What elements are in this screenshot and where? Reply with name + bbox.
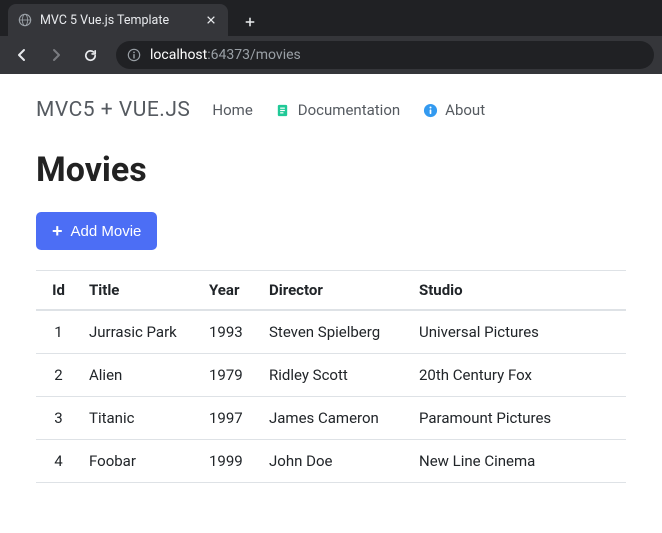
cell-title: Titanic [81, 397, 201, 440]
nav-about[interactable]: About [422, 101, 485, 119]
cell-title: Jurrasic Park [81, 310, 201, 354]
tab-title: MVC 5 Vue.js Template [40, 13, 196, 28]
nav-documentation[interactable]: Documentation [275, 101, 400, 119]
cell-director: Ridley Scott [261, 354, 411, 397]
url-path: /movies [250, 47, 301, 63]
cell-director: John Doe [261, 440, 411, 483]
cell-id: 3 [36, 397, 81, 440]
url-text: localhost:64373/movies [150, 47, 301, 63]
nav-home-label: Home [212, 101, 252, 119]
add-movie-button[interactable]: + Add Movie [36, 212, 157, 250]
cell-id: 1 [36, 310, 81, 354]
col-studio: Studio [411, 271, 626, 311]
forward-button[interactable] [42, 41, 70, 69]
globe-icon [18, 13, 32, 27]
nav-documentation-label: Documentation [298, 101, 400, 119]
tab-bar: MVC 5 Vue.js Template [0, 0, 662, 36]
movies-table: Id Title Year Director Studio 1 Jurrasic… [36, 270, 626, 483]
col-id: Id [36, 271, 81, 311]
cell-year: 1993 [201, 310, 261, 354]
col-year: Year [201, 271, 261, 311]
browser-chrome: MVC 5 Vue.js Template localhost:64373/mo… [0, 0, 662, 74]
cell-director: James Cameron [261, 397, 411, 440]
url-port: :64373 [207, 47, 250, 63]
page-content: MVC5 + VUE.JS Home Documentation About M… [0, 74, 662, 507]
add-movie-label: Add Movie [71, 223, 142, 240]
cell-studio: 20th Century Fox [411, 354, 626, 397]
cell-title: Foobar [81, 440, 201, 483]
nav-about-label: About [445, 101, 485, 119]
cell-id: 2 [36, 354, 81, 397]
cell-year: 1997 [201, 397, 261, 440]
table-row: 3 Titanic 1997 James Cameron Paramount P… [36, 397, 626, 440]
new-tab-button[interactable] [236, 8, 264, 36]
table-row: 2 Alien 1979 Ridley Scott 20th Century F… [36, 354, 626, 397]
cell-director: Steven Spielberg [261, 310, 411, 354]
cell-studio: Paramount Pictures [411, 397, 626, 440]
table-header-row: Id Title Year Director Studio [36, 271, 626, 311]
brand[interactable]: MVC5 + VUE.JS [36, 98, 190, 122]
document-icon [275, 102, 291, 118]
page-title: Movies [36, 150, 626, 190]
col-title: Title [81, 271, 201, 311]
cell-studio: New Line Cinema [411, 440, 626, 483]
url-host: localhost [150, 47, 207, 63]
site-info-icon[interactable] [126, 47, 142, 63]
cell-year: 1999 [201, 440, 261, 483]
cell-title: Alien [81, 354, 201, 397]
plus-icon: + [52, 222, 63, 240]
table-row: 4 Foobar 1999 John Doe New Line Cinema [36, 440, 626, 483]
col-director: Director [261, 271, 411, 311]
info-icon [422, 102, 438, 118]
cell-year: 1979 [201, 354, 261, 397]
cell-studio: Universal Pictures [411, 310, 626, 354]
back-button[interactable] [8, 41, 36, 69]
browser-tab[interactable]: MVC 5 Vue.js Template [8, 4, 228, 36]
nav-home[interactable]: Home [212, 101, 252, 119]
close-icon[interactable] [204, 13, 218, 27]
navbar: MVC5 + VUE.JS Home Documentation About [36, 98, 626, 122]
address-bar[interactable]: localhost:64373/movies [116, 41, 654, 69]
cell-id: 4 [36, 440, 81, 483]
table-body: 1 Jurrasic Park 1993 Steven Spielberg Un… [36, 310, 626, 483]
reload-button[interactable] [76, 41, 104, 69]
browser-toolbar: localhost:64373/movies [0, 36, 662, 74]
table-row: 1 Jurrasic Park 1993 Steven Spielberg Un… [36, 310, 626, 354]
